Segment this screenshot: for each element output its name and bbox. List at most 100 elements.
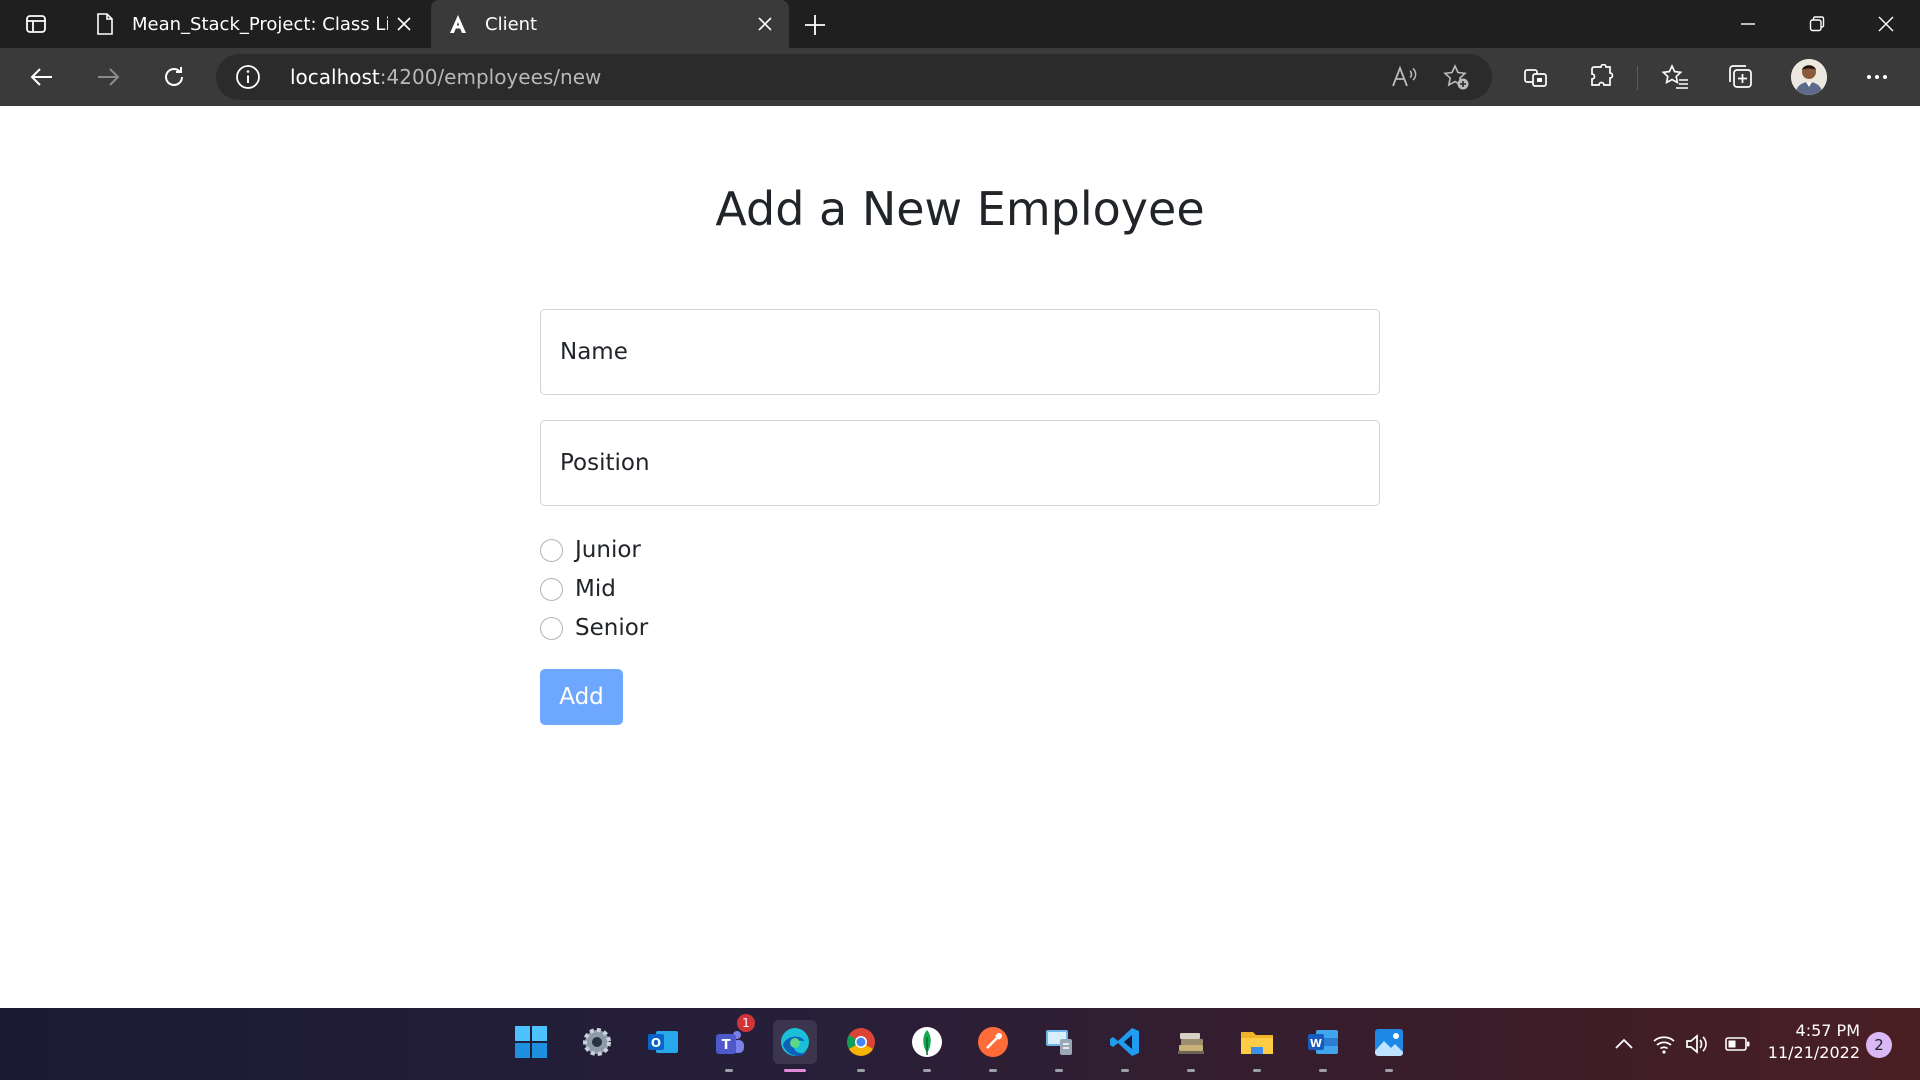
windows-taskbar: O T 1 W 4:57 PM 11/21/2022 2 <box>0 1008 1920 1080</box>
radio-junior[interactable] <box>540 538 563 562</box>
url-path: :4200/employees/new <box>379 65 602 89</box>
taskbar-server-manager[interactable] <box>1037 1020 1081 1072</box>
taskbar-teams[interactable]: T 1 <box>707 1014 755 1072</box>
taskbar-mongodb-compass[interactable] <box>905 1020 949 1072</box>
taskbar-outlook[interactable]: O <box>641 1020 685 1064</box>
show-hidden-icons-button[interactable] <box>1608 1028 1640 1060</box>
svg-text:T: T <box>722 1038 731 1053</box>
chrome-icon <box>847 1028 875 1056</box>
mongodb-leaf-icon <box>912 1027 942 1057</box>
extensions-button[interactable] <box>1581 57 1621 97</box>
settings-more-button[interactable] <box>1857 57 1897 97</box>
tab-title: Client <box>485 13 538 35</box>
edge-icon <box>781 1028 809 1056</box>
browser-toolbar: localhost:4200/employees/new <box>0 48 1920 106</box>
add-favorite-button[interactable] <box>1438 59 1474 95</box>
taskbar-vscode[interactable] <box>1103 1020 1147 1072</box>
folder-icon <box>1241 1032 1273 1054</box>
url-text[interactable]: localhost:4200/employees/new <box>290 54 601 100</box>
clock-time: 4:57 PM <box>1795 1021 1860 1040</box>
volume-button[interactable] <box>1681 1028 1713 1060</box>
postman-icon <box>978 1027 1008 1057</box>
close-window-button[interactable] <box>1866 4 1906 44</box>
windows-start-icon <box>515 1026 547 1058</box>
read-aloud-icon <box>1392 65 1417 87</box>
speaker-icon <box>1686 1034 1707 1054</box>
running-indicator <box>923 1069 931 1072</box>
profile-photo-icon <box>1791 59 1827 95</box>
taskbar-word[interactable]: W <box>1301 1020 1345 1072</box>
page-title: Add a New Employee <box>715 182 1205 236</box>
refresh-button[interactable] <box>154 57 194 97</box>
tab-client[interactable]: Client <box>431 0 789 48</box>
arrow-right-icon <box>98 68 120 86</box>
svg-text:W: W <box>1310 1037 1322 1050</box>
split-screen-icon <box>1524 69 1547 87</box>
server-manager-icon <box>1046 1030 1072 1055</box>
browser-tab-strip: Mean_Stack_Project: Class List Client <box>0 0 1920 48</box>
network-button[interactable] <box>1648 1028 1680 1060</box>
svg-text:O: O <box>651 1036 661 1050</box>
taskbar-postman[interactable] <box>971 1020 1015 1072</box>
teams-badge: 1 <box>737 1014 755 1032</box>
info-icon[interactable] <box>234 63 262 91</box>
running-indicator <box>1385 1069 1393 1072</box>
taskbar-start[interactable] <box>509 1020 553 1064</box>
new-tab-button[interactable] <box>798 8 832 42</box>
taskbar-python-stack[interactable] <box>1169 1020 1213 1072</box>
position-input[interactable] <box>541 421 1379 505</box>
taskbar-file-explorer[interactable] <box>1235 1020 1279 1072</box>
more-dots-icon <box>1867 75 1887 79</box>
level-option-junior[interactable]: Junior <box>540 533 641 567</box>
close-tab-icon[interactable] <box>388 8 420 40</box>
browser-essentials-button[interactable] <box>1516 57 1556 97</box>
tab-class-list[interactable]: Mean_Stack_Project: Class List <box>78 0 428 48</box>
minimize-icon <box>1741 23 1755 25</box>
profile-avatar[interactable] <box>1791 59 1827 95</box>
taskbar-edge[interactable] <box>773 1020 817 1072</box>
clock[interactable]: 4:57 PM 11/21/2022 <box>1760 1020 1860 1064</box>
forward-button[interactable] <box>88 57 128 97</box>
favorites-button[interactable] <box>1655 57 1695 97</box>
name-input[interactable] <box>541 310 1379 394</box>
taskbar-settings[interactable] <box>575 1020 619 1064</box>
stack-books-icon <box>1178 1033 1204 1054</box>
favorites-list-icon <box>1661 64 1688 89</box>
clock-date: 11/21/2022 <box>1767 1043 1860 1062</box>
refresh-icon <box>165 67 183 86</box>
tab-title: Mean_Stack_Project: Class List <box>132 13 388 35</box>
running-indicator <box>989 1069 997 1072</box>
close-tab-icon[interactable] <box>749 8 781 40</box>
page-icon <box>92 11 118 37</box>
running-indicator <box>1121 1069 1129 1072</box>
arrow-left-icon <box>30 68 52 86</box>
restore-button[interactable] <box>1797 4 1837 44</box>
back-button[interactable] <box>22 57 62 97</box>
tab-actions-icon <box>26 15 46 33</box>
radio-mid[interactable] <box>540 577 563 601</box>
collections-icon <box>1729 65 1752 88</box>
battery-icon <box>1725 1037 1750 1051</box>
running-indicator <box>1187 1069 1195 1072</box>
add-button[interactable]: Add <box>540 669 623 725</box>
minimize-button[interactable] <box>1728 4 1768 44</box>
read-aloud-button[interactable] <box>1386 59 1422 95</box>
outlook-icon: O <box>648 1031 678 1053</box>
level-option-mid[interactable]: Mid <box>540 572 616 606</box>
level-option-senior[interactable]: Senior <box>540 611 648 645</box>
running-indicator <box>1055 1069 1063 1072</box>
taskbar-chrome[interactable] <box>839 1020 883 1072</box>
restore-icon <box>1809 16 1825 32</box>
running-indicator <box>1319 1069 1327 1072</box>
collections-button[interactable] <box>1720 57 1760 97</box>
battery-button[interactable] <box>1722 1028 1754 1060</box>
tab-actions-menu-button[interactable] <box>16 10 56 38</box>
address-bar[interactable]: localhost:4200/employees/new <box>216 54 1492 100</box>
photos-icon <box>1375 1029 1403 1056</box>
radio-senior[interactable] <box>540 616 563 640</box>
settings-gear-icon <box>583 1028 611 1056</box>
taskbar-photos[interactable] <box>1367 1020 1411 1072</box>
notification-center-badge[interactable]: 2 <box>1866 1032 1892 1058</box>
page-content: Add a New Employee Junior Mid Senior Add <box>0 106 1920 1008</box>
puzzle-icon <box>1591 64 1614 86</box>
